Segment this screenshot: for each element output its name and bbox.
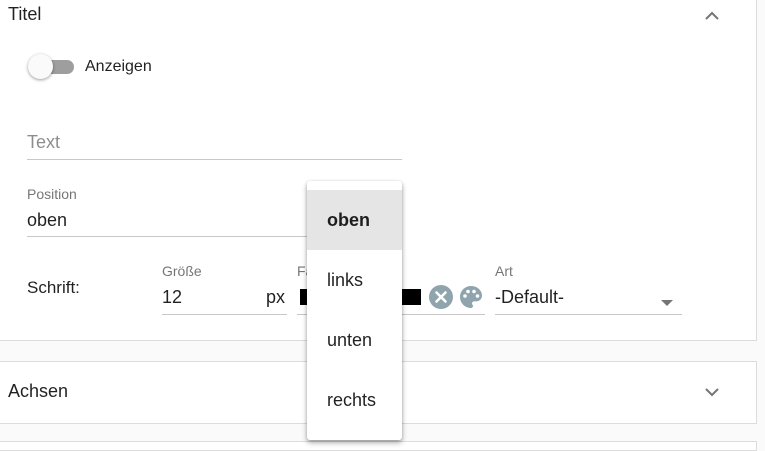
toggle-thumb[interactable]: [28, 54, 53, 79]
show-title-label: Anzeigen: [85, 58, 152, 75]
position-field-label: Position: [27, 186, 77, 202]
menu-option-rechts[interactable]: rechts: [307, 370, 402, 430]
menu-option-links[interactable]: links: [307, 250, 402, 310]
font-size-label: Größe: [162, 263, 202, 279]
next-panel-edge: [0, 441, 757, 451]
title-panel-heading: Titel: [8, 4, 42, 24]
font-style-underline: [495, 314, 682, 315]
clear-circle-icon[interactable]: [428, 284, 454, 310]
font-size-underline: [162, 314, 287, 315]
font-row-label: Schrift:: [27, 278, 80, 297]
menu-option-oben[interactable]: oben: [307, 190, 402, 250]
show-title-toggle[interactable]: [28, 54, 76, 80]
axes-panel-heading: Achsen: [8, 381, 69, 401]
chevron-down-icon[interactable]: [700, 380, 724, 404]
text-field-underline: [27, 159, 402, 160]
position-dropdown-menu: oben links unten rechts: [307, 181, 402, 440]
font-size-unit: px: [266, 287, 286, 307]
position-field-underline: [27, 236, 307, 237]
font-style-select[interactable]: -Default-: [495, 287, 564, 308]
font-style-label: Art: [495, 263, 513, 279]
title-text-input[interactable]: Text: [27, 132, 60, 153]
font-color-swatch-right[interactable]: [402, 289, 421, 305]
menu-option-unten[interactable]: unten: [307, 310, 402, 370]
font-size-input[interactable]: 12: [162, 287, 182, 308]
palette-icon[interactable]: [458, 284, 484, 310]
position-select[interactable]: oben: [27, 210, 67, 231]
dropdown-arrow-icon[interactable]: [660, 294, 674, 312]
chevron-up-icon[interactable]: [700, 4, 724, 28]
